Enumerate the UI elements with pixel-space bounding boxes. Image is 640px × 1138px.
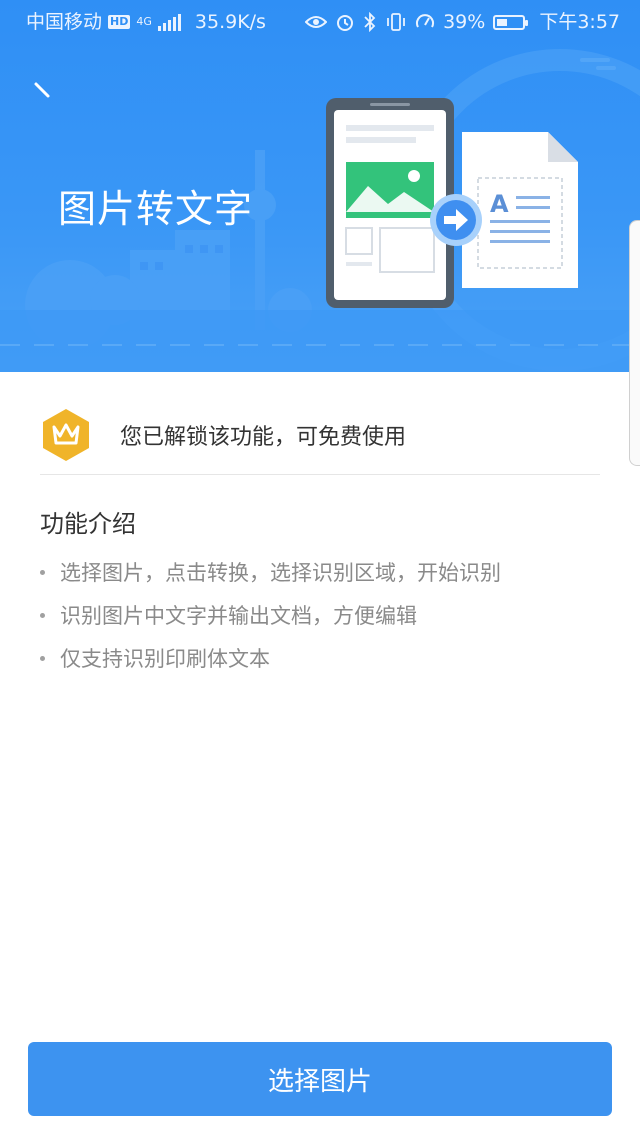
list-item: 识别图片中文字并输出文档，方便编辑 [40, 599, 501, 642]
battery-icon [493, 14, 529, 30]
battery-percent: 39% [443, 11, 486, 33]
clock: 下午3:57 [539, 11, 620, 33]
back-button[interactable] [30, 74, 64, 108]
carrier-label: 中国移动 [26, 11, 103, 33]
page-title: 图片转文字 [58, 187, 254, 231]
alarm-icon [337, 15, 354, 31]
list-item: 选择图片，点击转换，选择识别区域，开始识别 [40, 556, 501, 599]
list-item: 仅支持识别印刷体文本 [40, 642, 501, 685]
vibrate-icon [387, 13, 405, 31]
header-banner: A 中国移动 HD 4G 35.9K/s 39% 下午3:57 图片转文字 [0, 0, 640, 372]
bluetooth-icon [364, 12, 376, 32]
unlock-message: 您已解锁该功能，可免费使用 [120, 425, 407, 450]
hd-icon: HD [108, 15, 131, 29]
eye-icon [305, 16, 328, 28]
section-title: 功能介绍 [40, 510, 136, 538]
feature-list: 选择图片，点击转换，选择识别区域，开始识别 识别图片中文字并输出文档，方便编辑 … [40, 556, 501, 685]
scroll-handle[interactable] [629, 220, 640, 466]
signal-icon [157, 13, 181, 31]
speed-icon [416, 14, 435, 28]
status-bar: 中国移动 HD 4G 35.9K/s 39% 下午3:57 [0, 0, 640, 44]
network-speed: 35.9K/s [194, 11, 266, 33]
svg-text:A: A [490, 190, 509, 218]
unlock-status-row: 您已解锁该功能，可免费使用 [40, 396, 600, 475]
network-type: 4G [136, 15, 152, 28]
crown-icon [43, 409, 89, 461]
select-image-button[interactable]: 选择图片 [28, 1042, 612, 1116]
